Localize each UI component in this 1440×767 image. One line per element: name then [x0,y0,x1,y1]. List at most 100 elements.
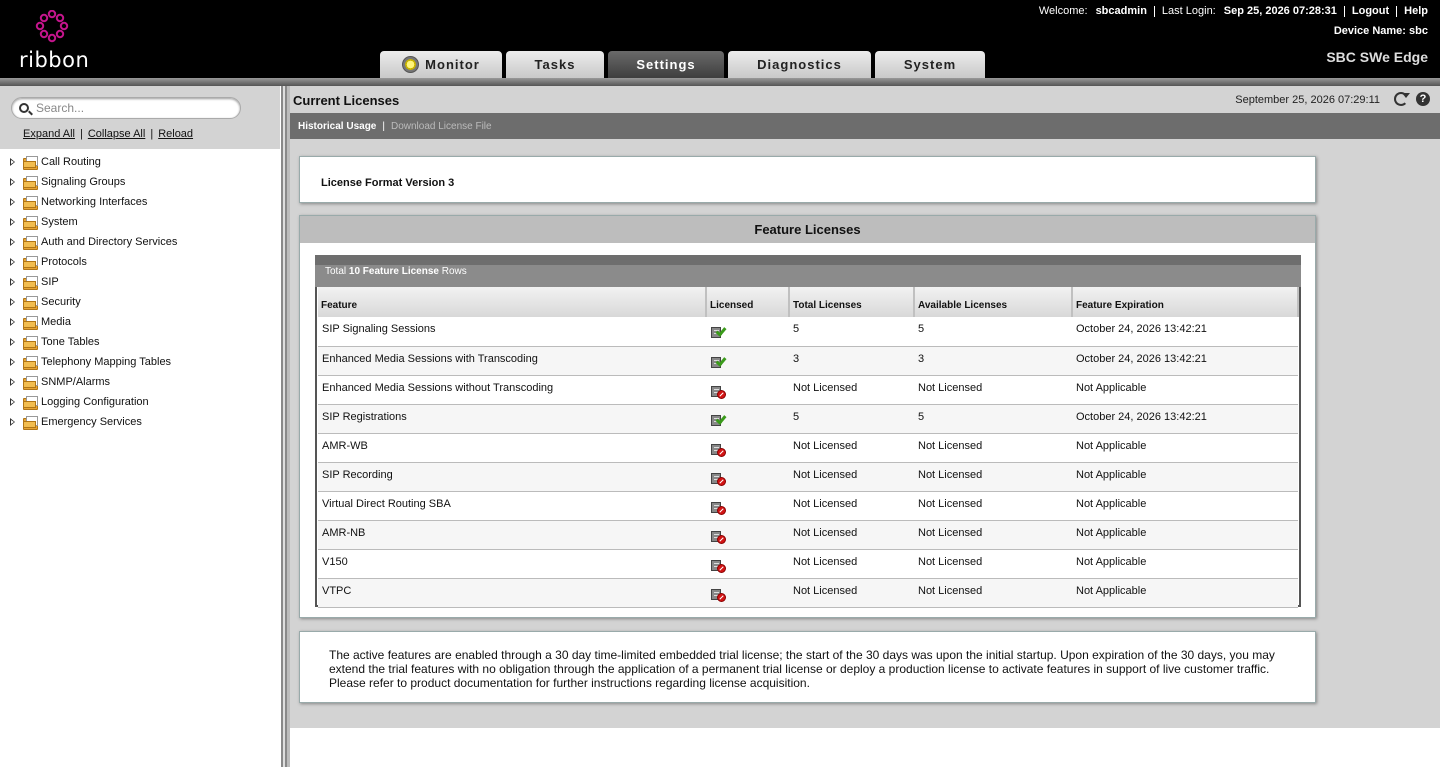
expand-arrow-icon[interactable] [10,178,15,186]
search-input[interactable] [36,100,236,116]
folder-icon [23,296,38,310]
cell-licensed [706,317,789,347]
cell-feature: SIP Signaling Sessions [318,317,706,347]
table-row[interactable]: Enhanced Media Sessions with Transcoding… [318,346,1298,376]
expand-arrow-icon[interactable] [10,398,15,406]
sidebar-item-label: Call Routing [41,156,101,168]
table-body: SIP Signaling Sessions 5 5 October 24, 2026… [318,317,1298,608]
folder-icon [23,316,38,330]
cell-feature: AMR-WB [318,433,706,463]
expand-arrow-icon[interactable] [10,318,15,326]
sidebar-item-tone-tables[interactable]: Tone Tables [0,333,281,353]
cell-expiration: Not Applicable [1072,462,1298,492]
cell-expiration: Not Applicable [1072,549,1298,579]
last-login-label: Last Login: [1161,5,1216,17]
expand-arrow-icon[interactable] [10,198,15,206]
expand-arrow-icon[interactable] [10,418,15,426]
cell-total: Not Licensed [789,375,914,405]
cell-available: 5 [914,317,1072,347]
expand-arrow-icon[interactable] [10,378,15,386]
column-header-licensed[interactable]: Licensed [706,287,790,317]
sidebar-item-media[interactable]: Media [0,313,281,333]
tab-system[interactable]: System [875,51,985,78]
cell-available: 3 [914,346,1072,376]
table-row[interactable]: SIP Registrations 5 5 October 24, 2026 13:4… [318,404,1298,434]
tab-tasks[interactable]: Tasks [506,51,604,78]
device-value: sbc [1409,25,1428,37]
help-link[interactable]: Help [1404,5,1428,17]
sidebar-item-sip[interactable]: SIP [0,273,281,293]
logout-link[interactable]: Logout [1352,5,1389,17]
cell-feature: Enhanced Media Sessions with Transcoding [318,346,706,376]
table-row[interactable]: SIP Recording Not Licensed Not Licensed Not… [318,462,1298,492]
expand-arrow-icon[interactable] [10,218,15,226]
folder-icon [23,336,38,350]
table-row[interactable]: V150 Not Licensed Not Licensed Not Applicab… [318,549,1298,579]
sidebar-resize-handle[interactable] [280,86,290,767]
table-row[interactable]: SIP Signaling Sessions 5 5 October 24, 2026… [318,317,1298,347]
sidebar-item-emergency-services[interactable]: Emergency Services [0,413,281,433]
tab-settings[interactable]: Settings [608,51,724,78]
expand-arrow-icon[interactable] [10,358,15,366]
cell-licensed [706,433,789,463]
folder-icon [23,376,38,390]
download-license-link[interactable]: Download License File [391,121,492,132]
sidebar-item-protocols[interactable]: Protocols [0,253,281,273]
sidebar-item-signaling-groups[interactable]: Signaling Groups [0,173,281,193]
sidebar-item-networking-interfaces[interactable]: Networking Interfaces [0,193,281,213]
refresh-icon[interactable] [1394,92,1410,106]
cell-feature: VTPC [318,578,706,608]
cell-feature: Enhanced Media Sessions without Transcod… [318,375,706,405]
table-row[interactable]: AMR-WB Not Licensed Not Licensed Not Applic… [318,433,1298,463]
table-row[interactable]: Virtual Direct Routing SBA Not Licensed No… [318,491,1298,521]
help-icon[interactable]: ? [1416,92,1430,106]
sidebar-item-security[interactable]: Security [0,293,281,313]
trial-notice-text: The active features are enabled through … [329,648,1275,690]
table-row[interactable]: Enhanced Media Sessions without Transcod… [318,375,1298,405]
historical-usage-link[interactable]: Historical Usage [298,121,376,132]
feature-license-grid: Total 10 Feature License Rows Feature Li… [315,255,1301,608]
sidebar-item-auth-directory[interactable]: Auth and Directory Services [0,233,281,253]
column-header-feature[interactable]: Feature [318,287,707,317]
expand-arrow-icon[interactable] [10,298,15,306]
sidebar-item-system[interactable]: System [0,213,281,233]
header-divider [0,78,1440,86]
tab-diagnostics[interactable]: Diagnostics [728,51,871,78]
collapse-all-link[interactable]: Collapse All [88,128,145,140]
ribbon-logo[interactable]: ribbon [18,9,89,72]
sidebar-item-label: Auth and Directory Services [41,236,178,248]
cell-feature: SIP Recording [318,462,706,492]
expand-arrow-icon[interactable] [10,238,15,246]
navigation-tree: Call Routing Signaling Groups Networking… [0,153,281,433]
main-tabs: Monitor Tasks Settings Diagnostics Syste… [380,51,989,78]
column-header-total[interactable]: Total Licenses [789,287,915,317]
ribbon-logo-icon [35,9,69,43]
sidebar-item-snmp-alarms[interactable]: SNMP/Alarms [0,373,281,393]
cell-licensed [706,404,789,434]
sidebar-item-telephony-mapping[interactable]: Telephony Mapping Tables [0,353,281,373]
expand-arrow-icon[interactable] [10,158,15,166]
panel-title: Feature Licenses [300,216,1315,243]
tab-label: System [903,57,957,72]
expand-arrow-icon[interactable] [10,278,15,286]
expand-arrow-icon[interactable] [10,338,15,346]
page-timestamp: September 25, 2026 07:29:11 [1235,94,1380,106]
reload-link[interactable]: Reload [158,128,193,140]
cell-available: Not Licensed [914,520,1072,550]
username: sbcadmin [1095,5,1147,17]
sidebar-item-logging-configuration[interactable]: Logging Configuration [0,393,281,413]
table-row[interactable]: AMR-NB Not Licensed Not Licensed Not Applic… [318,520,1298,550]
column-header-expiration[interactable]: Feature Expiration [1072,287,1299,317]
expand-all-link[interactable]: Expand All [23,128,75,140]
licensed-check-icon [710,325,727,340]
table-row[interactable]: VTPC Not Licensed Not Licensed Not Applicab… [318,578,1298,608]
product-name: SBC SWe Edge [1326,49,1428,65]
separator: | [79,128,83,140]
separator [1396,5,1398,17]
cell-expiration: Not Applicable [1072,578,1298,608]
sidebar-item-call-routing[interactable]: Call Routing [0,153,281,173]
expand-arrow-icon[interactable] [10,258,15,266]
column-header-available[interactable]: Available Licenses [914,287,1073,317]
grid-caption: Total 10 Feature License Rows [315,255,1301,287]
tab-monitor[interactable]: Monitor [380,51,502,78]
